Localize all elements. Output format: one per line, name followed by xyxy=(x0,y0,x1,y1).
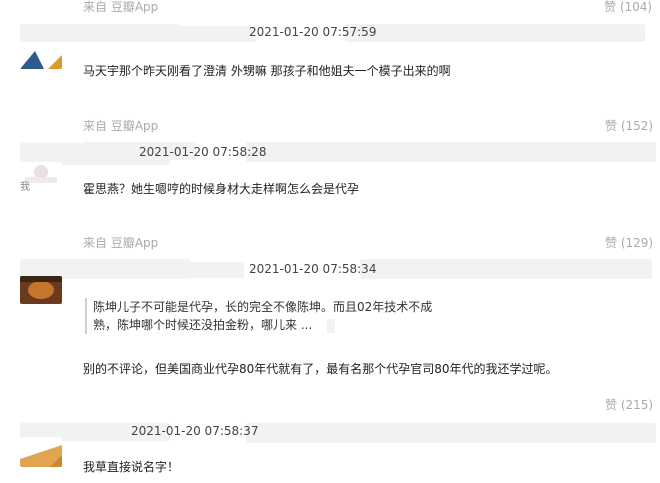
username-redacted xyxy=(84,26,256,42)
comment-text: 马天宇那个昨天刚看了澄清 外甥嘛 那孩子和他姐夫一个模子出来的啊 xyxy=(83,64,451,78)
avatar[interactable] xyxy=(20,437,62,467)
redacted-mark xyxy=(327,319,335,333)
comment-timestamp: 2021-01-20 07:57:59 xyxy=(249,25,377,39)
avatar[interactable] xyxy=(20,43,62,69)
top-source: 来自 豆瓣App xyxy=(83,0,159,14)
username-redacted xyxy=(345,24,645,42)
avatar-label: 我 xyxy=(20,182,30,193)
avatar[interactable] xyxy=(20,276,62,304)
quoted-comment: 陈坤儿子不可能是代孕，长的完全不像陈坤。而且02年技术不成 熟，陈坤哪个时候还没… xyxy=(85,298,432,334)
like-count[interactable]: 赞 (152) xyxy=(605,117,653,134)
like-count[interactable]: 赞 (215) xyxy=(605,396,653,413)
username-redacted xyxy=(246,423,656,443)
username-redacted xyxy=(84,424,124,440)
quote-line: 陈坤儿子不可能是代孕，长的完全不像陈坤。而且02年技术不成 xyxy=(93,300,433,314)
comment-source: 来自 豆瓣App xyxy=(83,119,159,133)
username-redacted xyxy=(84,262,244,278)
comment-text: 我草直接说名字！ xyxy=(83,460,180,474)
comment-timestamp: 2021-01-20 07:58:34 xyxy=(249,262,377,276)
comment-timestamp: 2021-01-20 07:58:37 xyxy=(131,424,259,438)
quote-line: 熟，陈坤哪个时候还没拍金粉，哪儿来 ... xyxy=(93,318,313,332)
comment-source: 来自 豆瓣App xyxy=(83,236,159,250)
username-redacted xyxy=(360,259,652,279)
comment-text: 别的不评论，但美国商业代孕80年代就有了，最有名那个代孕官司80年代的我还学过呢… xyxy=(83,362,558,376)
comment-timestamp: 2021-01-20 07:58:28 xyxy=(139,145,267,159)
comment-text: 霍思燕？她生嗯哼的时候身材大走样啊怎么会是代孕 xyxy=(83,182,360,196)
top-like-count[interactable]: 赞 (104) xyxy=(604,0,652,15)
username-redacted xyxy=(246,142,656,162)
like-count[interactable]: 赞 (129) xyxy=(605,234,653,251)
